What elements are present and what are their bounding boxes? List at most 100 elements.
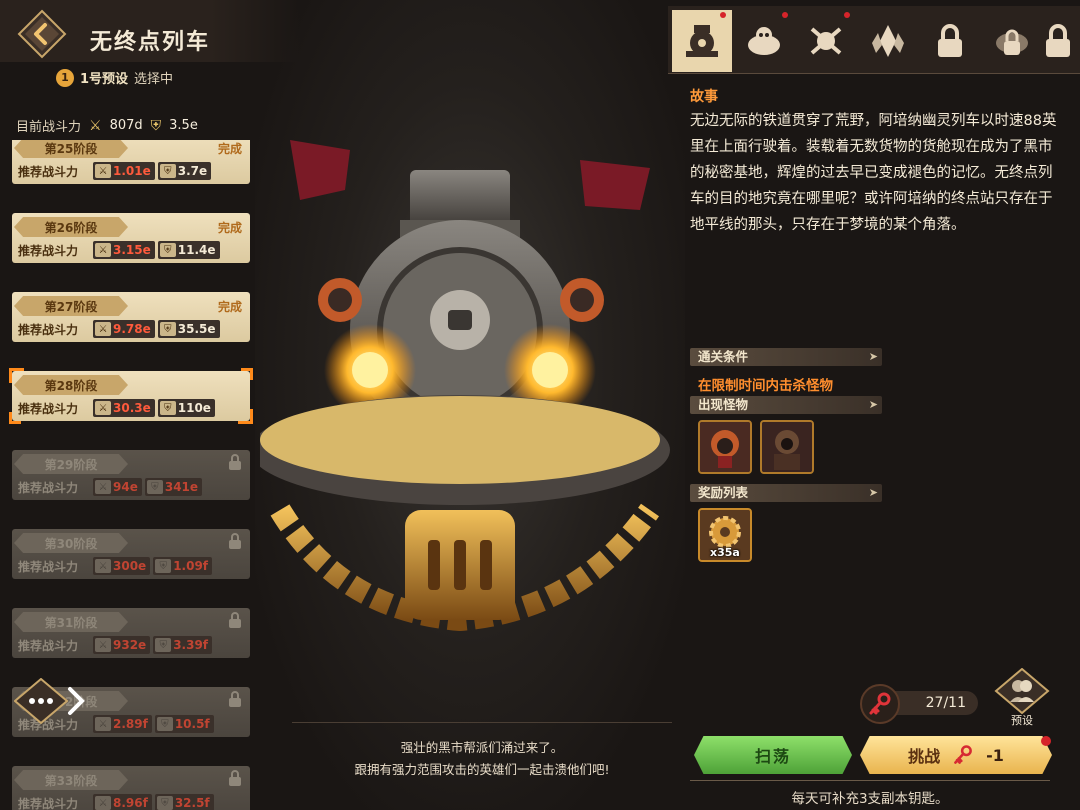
tab-skull-crossbones[interactable] bbox=[796, 10, 856, 72]
shield-icon: ⛨ bbox=[156, 717, 173, 731]
challenge-key-cost: -1 bbox=[986, 745, 1004, 765]
recommended-defense-value: 3.7e bbox=[177, 164, 208, 178]
shield-icon: ⛨ bbox=[159, 322, 176, 336]
sword-icon: ⚔ bbox=[95, 796, 111, 810]
stage-item[interactable]: 第31阶段推荐战斗力 ⚔ 932e ⛨ 3.39f bbox=[12, 608, 250, 658]
selection-corner bbox=[241, 368, 253, 380]
stage-dialogue: 强壮的黑市帮派们涌过来了。 跟拥有强力范围攻击的英雄们一起击溃他们吧! bbox=[292, 722, 672, 781]
recommended-attack-value: 94e bbox=[113, 480, 138, 494]
recommended-defense: ⛨ 32.5f bbox=[154, 794, 214, 810]
shield-icon: ⛨ bbox=[159, 164, 176, 178]
stage-item[interactable]: 第30阶段 推荐战斗力 ⚔ 300e ⛨ 1.09f bbox=[12, 529, 250, 579]
chevron-right-icon[interactable] bbox=[64, 686, 88, 716]
clear-condition-header-label: 通关条件 bbox=[698, 349, 749, 364]
recommended-power: 推荐战斗力 ⚔ 300e ⛨ 1.09f bbox=[18, 557, 213, 575]
sword-icon: ⚔ bbox=[89, 117, 102, 134]
preset-number-badge: 1 bbox=[56, 68, 74, 87]
key-icon bbox=[954, 745, 972, 764]
stage-status: 完成 bbox=[217, 142, 242, 156]
recommended-defense: ⛨ 10.5f bbox=[154, 715, 214, 733]
train-icon bbox=[680, 21, 724, 61]
stage-status: 完成 bbox=[217, 221, 242, 235]
sword-icon: ⚔ bbox=[95, 322, 111, 336]
monsters-header-label: 出现怪物 bbox=[698, 397, 749, 412]
recommended-defense: ⛨ 1.09f bbox=[153, 557, 213, 575]
recommended-power-label: 推荐战斗力 bbox=[18, 401, 79, 416]
stage-name: 第29阶段 bbox=[14, 454, 128, 474]
stage-name: 第28阶段 bbox=[14, 375, 128, 395]
notification-dot bbox=[1041, 736, 1051, 746]
stage-name: 第33阶段 bbox=[14, 770, 128, 790]
recommended-power-label: 推荐战斗力 bbox=[18, 559, 79, 574]
stage-name: 第25阶段 bbox=[14, 140, 128, 158]
notification-dot bbox=[844, 12, 850, 18]
locked-tab-icon bbox=[928, 21, 972, 61]
team-icon bbox=[994, 667, 1050, 715]
story-text: 无边无际的铁道贯穿了荒野，阿培纳幽灵列车以时速88英里在上面行驶着。装载着无数货… bbox=[690, 113, 1057, 233]
reward-item[interactable]: x35a bbox=[698, 508, 752, 562]
tab-locked-tab[interactable] bbox=[920, 10, 980, 72]
recommended-attack-value: 1.01e bbox=[113, 164, 151, 178]
recommended-power: 推荐战斗力 ⚔ 932e ⛨ 3.39f bbox=[18, 636, 213, 654]
recommended-power: 推荐战斗力 ⚔ 8.96f ⛨ 32.5f bbox=[18, 794, 214, 810]
recommended-defense: ⛨ 35.5e bbox=[157, 320, 220, 338]
challenge-button[interactable]: 挑战 -1 bbox=[860, 736, 1052, 774]
reward-quantity: x35a bbox=[710, 546, 740, 559]
stage-item[interactable]: 第27阶段 完成 推荐战斗力 ⚔ 9.78e ⛨ 35.5e bbox=[12, 292, 250, 342]
recommended-power: 推荐战斗力 ⚔ 94e ⛨ 341e bbox=[18, 478, 203, 496]
tab-train[interactable] bbox=[672, 10, 732, 72]
dungeon-key-counter[interactable]: 27/11 bbox=[860, 684, 980, 724]
sword-icon: ⚔ bbox=[95, 401, 111, 415]
recommended-attack: ⚔ 9.78e bbox=[93, 320, 155, 338]
monsters-header[interactable]: 出现怪物 ➤ bbox=[690, 396, 882, 414]
recommended-defense-value: 11.4e bbox=[177, 243, 216, 257]
recommended-attack: ⚔ 8.96f bbox=[93, 794, 152, 810]
sword-icon: ⚔ bbox=[95, 164, 111, 178]
sweep-button[interactable]: 扫荡 bbox=[694, 736, 852, 774]
stage-name: 第31阶段 bbox=[14, 612, 128, 632]
shield-icon: ⛨ bbox=[155, 559, 172, 573]
rewards-header[interactable]: 奖励列表 ➤ bbox=[690, 484, 882, 502]
tab-locked-boss[interactable] bbox=[982, 10, 1042, 72]
stage-item[interactable]: 第33阶段 推荐战斗力 ⚔ 8.96f ⛨ 32.5f bbox=[12, 766, 250, 810]
dialogue-line-2: 跟拥有强力范围攻击的英雄们一起击溃他们吧! bbox=[354, 762, 610, 777]
recommended-defense-value: 341e bbox=[164, 480, 199, 494]
sword-icon: ⚔ bbox=[95, 559, 111, 573]
shield-icon: ⛨ bbox=[159, 243, 176, 257]
recommended-power: 推荐战斗力 ⚔ 9.78e ⛨ 35.5e bbox=[18, 320, 220, 338]
recommended-attack-value: 8.96f bbox=[113, 796, 148, 810]
skull-crossbones-icon bbox=[804, 21, 848, 61]
recommended-defense-value: 10.5f bbox=[174, 717, 210, 731]
clear-condition-header[interactable]: 通关条件 ➤ bbox=[690, 348, 882, 366]
recommended-power-label: 推荐战斗力 bbox=[18, 243, 79, 258]
stage-item[interactable]: 第29阶段 推荐战斗力 ⚔ 94e ⛨ 341e bbox=[12, 450, 250, 500]
stage-name: 第27阶段 bbox=[14, 296, 128, 316]
recommended-power-label: 推荐战斗力 bbox=[18, 480, 79, 495]
stage-item[interactable]: 第25阶段 完成推荐战斗力 ⚔ 1.01e ⛨ 3.7e bbox=[12, 140, 250, 184]
tab-locked-tab[interactable] bbox=[1044, 10, 1072, 72]
stage-item[interactable]: 第28阶段 推荐战斗力 ⚔ 30.3e ⛨ 110e bbox=[9, 368, 253, 424]
chat-button[interactable] bbox=[14, 678, 68, 724]
expand-arrow-icon: ➤ bbox=[868, 350, 878, 363]
monster-brute-icon[interactable] bbox=[760, 420, 814, 474]
daily-key-note: 每天可补充3支副本钥匙。 bbox=[690, 780, 1050, 807]
stage-item[interactable]: 第26阶段 完成 推荐战斗力 ⚔ 3.15e ⛨ 11.4e bbox=[12, 213, 250, 263]
recommended-defense: ⛨ 341e bbox=[144, 478, 203, 496]
recommended-attack: ⚔ 2.89f bbox=[93, 715, 152, 733]
preset-button[interactable]: 预设 bbox=[994, 667, 1050, 728]
notification-dot bbox=[782, 12, 788, 18]
crystal-icon bbox=[866, 21, 910, 61]
tab-crystal[interactable] bbox=[858, 10, 918, 72]
back-button[interactable] bbox=[17, 9, 67, 59]
story-title: 故事 bbox=[690, 89, 718, 105]
monster-gasmask-icon[interactable] bbox=[698, 420, 752, 474]
recommended-power-label: 推荐战斗力 bbox=[18, 164, 79, 179]
notification-dot bbox=[720, 12, 726, 18]
recommended-attack: ⚔ 300e bbox=[93, 557, 151, 575]
preset-indicator[interactable]: 1 1号预设 选择中 bbox=[56, 68, 173, 87]
tab-gang-boss[interactable] bbox=[734, 10, 794, 72]
expand-arrow-icon: ➤ bbox=[868, 486, 878, 499]
recommended-attack-value: 932e bbox=[113, 638, 147, 652]
recommended-defense: ⛨ 11.4e bbox=[157, 241, 220, 259]
recommended-attack-value: 9.78e bbox=[113, 322, 151, 336]
